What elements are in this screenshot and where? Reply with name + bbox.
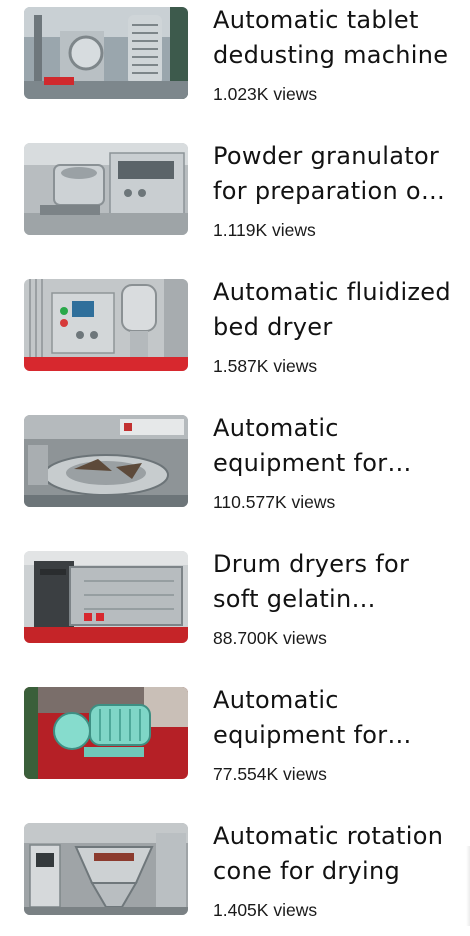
video-item[interactable]: Automatic tablet dedusting machine 1.023… (0, 0, 470, 120)
view-count: 1.119K views (213, 220, 316, 240)
video-title[interactable]: Powder granulator for preparation of gra… (213, 139, 453, 209)
video-thumbnail[interactable] (24, 415, 188, 507)
video-item[interactable]: Drum dryers for soft gelatin capsules 88… (0, 544, 470, 664)
video-thumbnail[interactable] (24, 687, 188, 779)
view-count: 1.405K views (213, 900, 318, 920)
video-thumbnail[interactable] (24, 551, 188, 643)
view-count: 110.577K views (213, 492, 336, 512)
video-item[interactable]: Automatic equipment for capsule filling … (0, 408, 470, 528)
video-thumbnail[interactable] (24, 823, 188, 915)
view-count: 77.554K views (213, 764, 327, 784)
video-title[interactable]: Automatic equipment for powder mixing (213, 683, 453, 753)
view-count: 88.700K views (213, 628, 327, 648)
video-title[interactable]: Automatic tablet dedusting machine (213, 3, 453, 73)
video-thumbnail[interactable] (24, 143, 188, 235)
video-item[interactable]: Automatic fluidized bed dryer 1.587K vie… (0, 272, 470, 392)
video-item[interactable]: Powder granulator for preparation of gra… (0, 136, 470, 256)
video-title[interactable]: Automatic equipment for capsule filling (213, 411, 453, 481)
video-thumbnail[interactable] (24, 7, 188, 99)
view-count: 1.023K views (213, 84, 318, 104)
video-title[interactable]: Automatic fluidized bed dryer (213, 275, 453, 345)
video-title[interactable]: Automatic rotation cone for drying (213, 819, 453, 889)
scroll-edge-shadow (466, 846, 470, 926)
video-list: Automatic tablet dedusting machine 1.023… (0, 0, 470, 927)
video-item[interactable]: Automatic rotation cone for drying 1.405… (0, 816, 470, 936)
view-count: 1.587K views (213, 356, 318, 376)
video-title[interactable]: Drum dryers for soft gelatin capsules (213, 547, 453, 617)
video-thumbnail[interactable] (24, 279, 188, 371)
video-item[interactable]: Automatic equipment for powder mixing 77… (0, 680, 470, 800)
